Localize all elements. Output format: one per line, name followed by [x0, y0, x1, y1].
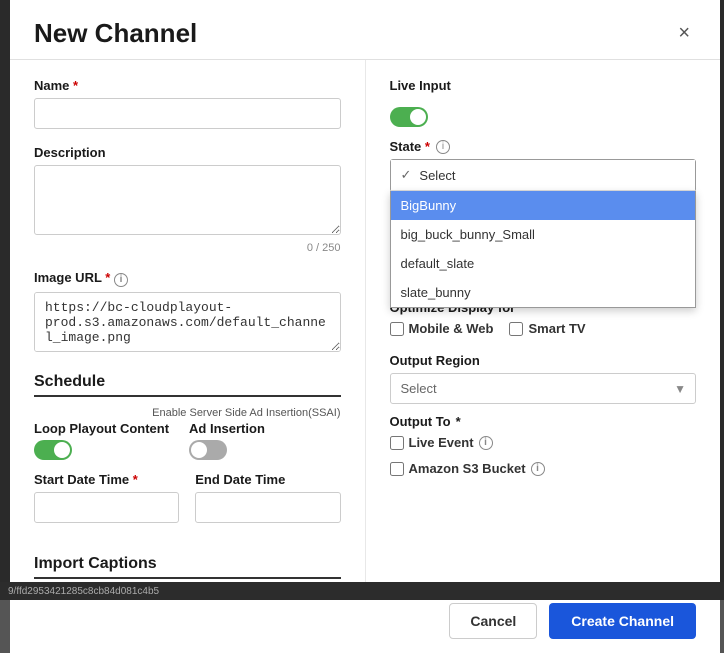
dropdown-item-slate-bunny[interactable]: slate_bunny — [391, 278, 696, 307]
modal-overlay: New Channel × Name * Description 0 / 250 — [0, 0, 724, 600]
state-dropdown-container: ✓ Select BigBunny big_buck_bunny_Small d… — [390, 159, 697, 192]
end-date-input[interactable] — [195, 492, 340, 523]
mobile-web-checkbox[interactable] — [390, 322, 404, 336]
loop-group: Loop Playout Content — [34, 421, 169, 460]
image-url-info-icon[interactable]: i — [114, 273, 128, 287]
start-date-label: Start Date Time * — [34, 472, 179, 487]
end-date-group: End Date Time — [195, 472, 340, 523]
optimize-checkboxes: Mobile & Web Smart TV — [390, 321, 697, 341]
modal-body: Name * Description 0 / 250 Image URL * i — [10, 60, 720, 653]
name-group: Name * — [34, 78, 341, 129]
live-event-info-icon[interactable]: i — [479, 436, 493, 450]
description-input[interactable] — [34, 165, 341, 235]
state-label: State * — [390, 139, 430, 154]
dropdown-item-default-slate[interactable]: default_slate — [391, 249, 696, 278]
ad-insertion-group: Ad Insertion — [189, 421, 265, 460]
modal: New Channel × Name * Description 0 / 250 — [10, 0, 720, 653]
modal-header: New Channel × — [10, 0, 720, 60]
live-input-toggle[interactable] — [390, 107, 428, 127]
image-url-label: Image URL * i — [34, 270, 341, 287]
loop-toggle[interactable] — [34, 440, 72, 460]
ad-insertion-toggle[interactable] — [189, 440, 227, 460]
status-bar: 9/ffd2953421285c8cb84d081c4b5 — [0, 582, 724, 600]
name-label: Name * — [34, 78, 341, 93]
status-text: 9/ffd2953421285c8cb84d081c4b5 — [8, 586, 159, 597]
amazon-s3-checkbox[interactable] — [390, 462, 404, 476]
dropdown-selected: Select — [419, 168, 455, 183]
description-label: Description — [34, 145, 341, 160]
mobile-web-option[interactable]: Mobile & Web — [390, 321, 494, 336]
amazon-s3-option[interactable]: Amazon S3 Bucket i — [390, 461, 697, 476]
end-date-label: End Date Time — [195, 472, 340, 487]
output-to-label: Output To * — [390, 414, 697, 429]
right-column: Live Input State * i ✓ Select — [366, 60, 721, 653]
live-event-checkbox[interactable] — [390, 436, 404, 450]
image-url-input[interactable]: https://bc-cloudplayout-prod.s3.amazonaw… — [34, 292, 341, 352]
dropdown-header[interactable]: ✓ Select — [391, 160, 696, 191]
smart-tv-checkbox[interactable] — [509, 322, 523, 336]
state-info-icon[interactable]: i — [436, 140, 450, 154]
smart-tv-option[interactable]: Smart TV — [509, 321, 585, 336]
check-icon: ✓ — [401, 167, 412, 183]
output-region-select-wrapper: Select ▼ — [390, 373, 697, 404]
modal-title: New Channel — [34, 18, 197, 49]
ad-insertion-row: Loop Playout Content Ad Insertion — [34, 421, 341, 460]
left-column: Name * Description 0 / 250 Image URL * i — [10, 60, 366, 653]
state-dropdown[interactable]: ✓ Select BigBunny big_buck_bunny_Small d… — [390, 159, 697, 192]
amazon-s3-info-icon[interactable]: i — [531, 462, 545, 476]
schedule-section-title: Schedule — [34, 373, 341, 397]
import-captions-title: Import Captions — [34, 555, 341, 579]
output-region-label: Output Region — [390, 353, 697, 368]
image-url-group: Image URL * i https://bc-cloudplayout-pr… — [34, 270, 341, 357]
dropdown-item-big-buck-small[interactable]: big_buck_bunny_Small — [391, 220, 696, 249]
loop-label: Loop Playout Content — [34, 421, 169, 436]
cancel-button[interactable]: Cancel — [449, 603, 537, 639]
live-input-section: Live Input — [390, 78, 697, 93]
ad-insertion-label: Ad Insertion — [189, 421, 265, 436]
dropdown-list: BigBunny big_buck_bunny_Small default_sl… — [390, 191, 697, 308]
name-input[interactable] — [34, 98, 341, 129]
live-event-option[interactable]: Live Event i — [390, 435, 697, 450]
char-count: 0 / 250 — [34, 242, 341, 254]
ssai-label: Enable Server Side Ad Insertion(SSAI) — [152, 407, 340, 419]
create-channel-button[interactable]: Create Channel — [549, 603, 696, 639]
state-label-row: State * i — [390, 139, 697, 154]
output-region-select[interactable]: Select — [390, 373, 697, 404]
start-date-input[interactable] — [34, 492, 179, 523]
live-input-label: Live Input — [390, 78, 451, 93]
start-date-group: Start Date Time * — [34, 472, 179, 523]
dropdown-item-bigtbunny[interactable]: BigBunny — [391, 191, 696, 220]
output-to-checkboxes: Live Event i Amazon S3 Bucket i — [390, 435, 697, 481]
close-button[interactable]: × — [672, 20, 696, 47]
description-group: Description 0 / 250 — [34, 145, 341, 254]
date-row: Start Date Time * End Date Time — [34, 472, 341, 539]
